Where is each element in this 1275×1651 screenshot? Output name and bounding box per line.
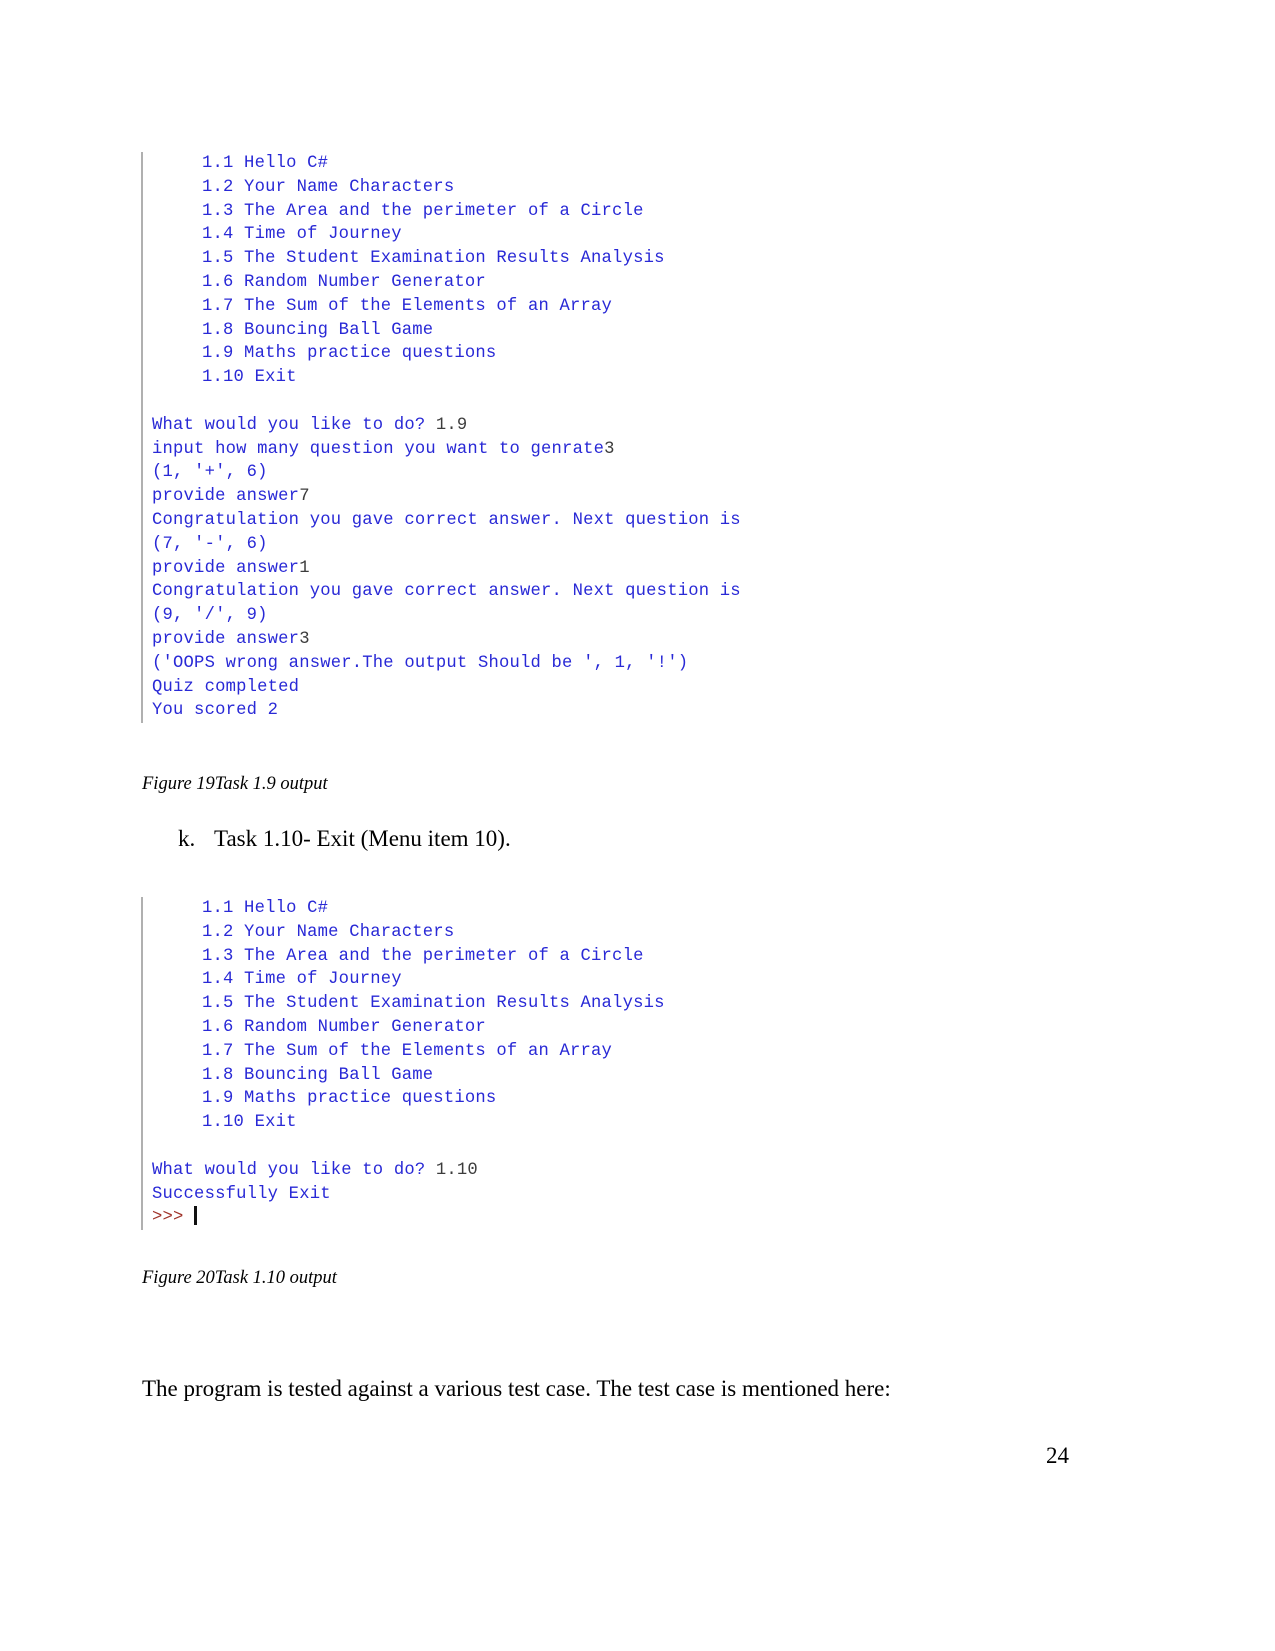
console-menu-item-5: 1.5 The Student Examination Results Anal…	[202, 994, 665, 1014]
body-paragraph: The program is tested against a various …	[142, 1376, 891, 1401]
console-line-10: provide answer3	[152, 628, 1102, 652]
console-menu-item-6: 1.6 Random Number Generator	[202, 1017, 486, 1037]
page-number: 24	[1046, 1443, 1069, 1468]
console-user-input-text: 1.9	[435, 415, 468, 435]
list-item-task-1-10: k. Task 1.10- Exit (Menu item 10).	[178, 826, 511, 852]
console-menu-item-7: 1.7 The Sum of the Elements of an Array	[202, 296, 613, 316]
console-line-4: provide answer7	[152, 485, 1102, 509]
console-menu-item-10: 1.10 Exit	[202, 368, 297, 388]
console-menu-item-2: 1.2 Your Name Characters	[202, 177, 455, 197]
console-output-text: provide answer	[152, 558, 300, 578]
console-menu-item-7: 1.7 The Sum of the Elements of an Array	[202, 1041, 613, 1061]
console-output-text: What would you like to do?	[152, 1160, 436, 1180]
console-menu-item-1: 1.1 Hello C#	[202, 899, 329, 918]
console-prompt-line: >>>	[152, 1206, 1102, 1230]
console-line-5: Congratulation you gave correct answer. …	[152, 509, 1102, 533]
console-user-input-text: 3	[604, 439, 615, 459]
console-line-7: provide answer1	[152, 557, 1102, 581]
console-menu-item-10: 1.10 Exit	[202, 1113, 297, 1133]
text-cursor	[193, 1206, 197, 1226]
console-menu-item-9: 1.9 Maths practice questions	[202, 1089, 497, 1109]
console-line-8: Congratulation you gave correct answer. …	[152, 580, 1102, 604]
console-menu-item-5: 1.5 The Student Examination Results Anal…	[202, 249, 665, 269]
console-menu-item-9: 1.9 Maths practice questions	[202, 344, 497, 364]
console-output-text: provide answer	[152, 629, 300, 649]
console-line-1: What would you like to do? 1.9	[152, 414, 1102, 438]
console-line-13: You scored 2	[152, 699, 1102, 723]
console-menu-item-8: 1.8 Bouncing Ball Game	[202, 1065, 434, 1085]
figure-19-caption: Figure 19Task 1.9 output	[142, 774, 328, 794]
console-output-text: (9, '/', 9)	[152, 606, 268, 626]
console-menu-item-8: 1.8 Bouncing Ball Game	[202, 320, 434, 340]
list-item-marker: k.	[178, 826, 196, 851]
console-line-2: Successfully Exit	[152, 1183, 1102, 1207]
console-line-9: (9, '/', 9)	[152, 604, 1102, 628]
console-output-text: ('OOPS wrong answer.The output Should be…	[152, 653, 689, 673]
console-line-6: (7, '-', 6)	[152, 533, 1102, 557]
console-output-text: input how many question you want to genr…	[152, 439, 605, 459]
console-menu-item-3: 1.3 The Area and the perimeter of a Circ…	[202, 946, 644, 966]
console-output-text: You scored 2	[152, 701, 279, 721]
console-output-text: (1, '+', 6)	[152, 463, 268, 483]
python-prompt: >>>	[152, 1208, 184, 1228]
console-line-2: input how many question you want to genr…	[152, 438, 1102, 462]
console-menu-item-4: 1.4 Time of Journey	[202, 225, 402, 245]
console-line-3: (1, '+', 6)	[152, 461, 1102, 485]
console-output-text: Congratulation you gave correct answer. …	[152, 582, 741, 602]
console-line-11: ('OOPS wrong answer.The output Should be…	[152, 652, 1102, 676]
document-page: 1.1 Hello C# 1.2 Your Name Characters 1.3 …	[0, 0, 1275, 1651]
console-line-12: Quiz completed	[152, 676, 1102, 700]
console-output-block-figure-20: 1.1 Hello C# 1.2 Your Name Characters 1.3 …	[141, 897, 1102, 1231]
console-menu-item-6: 1.6 Random Number Generator	[202, 272, 486, 292]
console-user-input-text: 1	[299, 558, 310, 578]
console-output-text: Congratulation you gave correct answer. …	[152, 510, 741, 530]
console-user-input-text: 7	[299, 487, 310, 507]
console-user-input-text: 3	[299, 629, 310, 649]
figure-20-caption: Figure 20Task 1.10 output	[142, 1268, 337, 1288]
console-menu-item-2: 1.2 Your Name Characters	[202, 922, 455, 942]
console-output-block-figure-19: 1.1 Hello C# 1.2 Your Name Characters 1.3 …	[141, 152, 1102, 724]
console-output-text: (7, '-', 6)	[152, 534, 268, 554]
console-menu-item-4: 1.4 Time of Journey	[202, 970, 402, 990]
console-menu-item-1: 1.1 Hello C#	[202, 154, 329, 173]
console-output-text: What would you like to do?	[152, 415, 436, 435]
list-item-text: Task 1.10- Exit (Menu item 10).	[214, 826, 511, 851]
console-menu-item-3: 1.3 The Area and the perimeter of a Circ…	[202, 201, 644, 221]
console-output-text: Successfully Exit	[152, 1184, 331, 1204]
console-line-1: What would you like to do? 1.10	[152, 1159, 1102, 1183]
console-output-text: Quiz completed	[152, 677, 300, 697]
console-output-text: provide answer	[152, 487, 300, 507]
console-user-input-text: 1.10	[435, 1160, 478, 1180]
